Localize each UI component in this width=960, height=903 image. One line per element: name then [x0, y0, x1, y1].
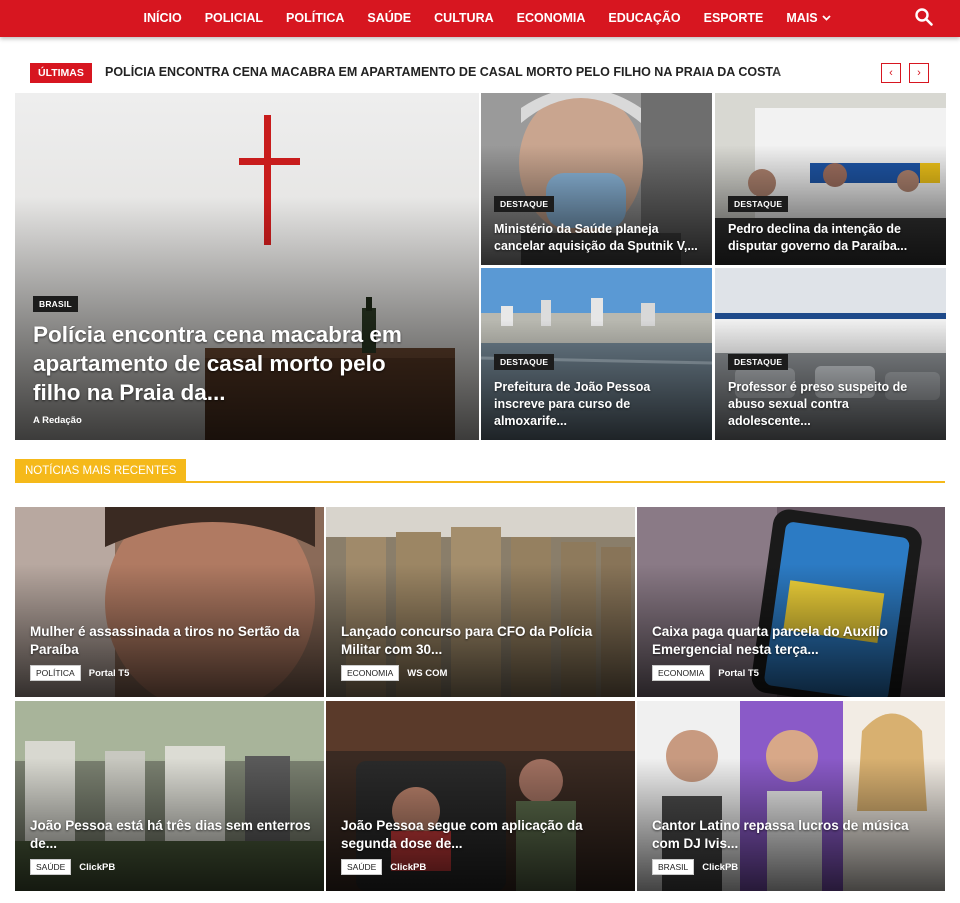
- nav-item-educacao[interactable]: EDUCAÇÃO: [597, 11, 692, 25]
- source-name[interactable]: ClickPB: [702, 862, 738, 873]
- recent-news-section-heading: NOTÍCIAS MAIS RECENTES: [15, 459, 945, 483]
- news-card[interactable]: Lançado concurso para CFO da Polícia Mil…: [326, 507, 635, 697]
- featured-side-info: DESTAQUE Professor é preso suspeito de a…: [728, 352, 933, 430]
- news-card-title[interactable]: Cantor Latino repassa lucros de música c…: [652, 817, 933, 853]
- nav-item-label: POLICIAL: [204, 10, 264, 25]
- source-name[interactable]: ClickPB: [390, 862, 426, 873]
- news-card-info: João Pessoa está há três dias sem enterr…: [30, 817, 312, 875]
- nav-item-label: EDUCAÇÃO: [608, 10, 681, 25]
- featured-main-article[interactable]: BRASIL Polícia encontra cena macabra em …: [15, 93, 479, 440]
- nav-menu: INÍCIO POLICIAL POLÍTICA SAÚDE CULTURA E…: [132, 0, 842, 35]
- news-card[interactable]: Mulher é assassinada a tiros no Sertão d…: [15, 507, 324, 697]
- category-tag[interactable]: POLÍTICA: [30, 665, 81, 681]
- news-card-title[interactable]: João Pessoa segue com aplicação da segun…: [341, 817, 623, 853]
- nav-item-inicio[interactable]: INÍCIO: [132, 11, 193, 25]
- featured-side-info: DESTAQUE Prefeitura de João Pessoa inscr…: [494, 352, 699, 430]
- featured-side-title[interactable]: Prefeitura de João Pessoa inscreve para …: [494, 379, 699, 430]
- news-card-info: Caixa paga quarta parcela do Auxílio Eme…: [652, 623, 933, 681]
- nav-item-label: SAÚDE: [367, 10, 412, 25]
- nav-item-politica[interactable]: POLÍTICA: [275, 11, 356, 25]
- news-card-info: Cantor Latino repassa lucros de música c…: [652, 817, 933, 875]
- nav-item-label: ECONOMIA: [516, 10, 586, 25]
- ticker-fade: [770, 62, 830, 84]
- source-name[interactable]: Portal T5: [89, 668, 130, 679]
- category-tag[interactable]: ECONOMIA: [341, 665, 400, 681]
- nav-item-label: CULTURA: [434, 10, 494, 25]
- top-navigation: INÍCIO POLICIAL POLÍTICA SAÚDE CULTURA E…: [0, 0, 960, 37]
- nav-item-label: INÍCIO: [143, 10, 182, 25]
- featured-side-article[interactable]: DESTAQUE Professor é preso suspeito de a…: [715, 268, 946, 440]
- nav-item-label: POLÍTICA: [286, 10, 345, 25]
- author-name[interactable]: A Redação: [33, 415, 433, 426]
- breaking-news-ticker: ÚLTIMAS POLÍCIA ENCONTRA CENA MACABRA EM…: [30, 62, 930, 84]
- news-card-info: Lançado concurso para CFO da Polícia Mil…: [341, 623, 623, 681]
- chevron-left-icon[interactable]: ‹: [881, 63, 901, 83]
- category-tag[interactable]: SAÚDE: [341, 859, 383, 875]
- featured-side-title[interactable]: Professor é preso suspeito de abuso sexu…: [728, 379, 933, 430]
- category-tag[interactable]: BRASIL: [652, 859, 695, 875]
- category-tag[interactable]: DESTAQUE: [728, 196, 789, 212]
- chevron-down-icon: [821, 14, 831, 21]
- news-card-title[interactable]: Lançado concurso para CFO da Polícia Mil…: [341, 623, 623, 659]
- news-card-meta: POLÍTICA Portal T5: [30, 665, 312, 681]
- category-tag[interactable]: SAÚDE: [30, 859, 72, 875]
- news-card-title[interactable]: Mulher é assassinada a tiros no Sertão d…: [30, 623, 312, 659]
- category-tag[interactable]: DESTAQUE: [728, 354, 789, 370]
- nav-item-policial[interactable]: POLICIAL: [193, 11, 274, 25]
- news-card-meta: SAÚDE ClickPB: [341, 859, 623, 875]
- news-card-meta: SAÚDE ClickPB: [30, 859, 312, 875]
- featured-side-info: DESTAQUE Ministério da Saúde planeja can…: [494, 194, 699, 255]
- nav-item-label: ESPORTE: [703, 10, 764, 25]
- section-title: NOTÍCIAS MAIS RECENTES: [15, 459, 187, 483]
- featured-main-title[interactable]: Polícia encontra cena macabra em apartam…: [33, 320, 433, 407]
- featured-side-title[interactable]: Ministério da Saúde planeja cancelar aqu…: [494, 221, 699, 255]
- source-name[interactable]: Portal T5: [718, 668, 759, 679]
- news-card-meta: BRASIL ClickPB: [652, 859, 933, 875]
- news-card[interactable]: João Pessoa está há três dias sem enterr…: [15, 701, 324, 891]
- nav-item-cultura[interactable]: CULTURA: [423, 11, 505, 25]
- nav-item-esporte[interactable]: ESPORTE: [692, 11, 775, 25]
- featured-side-info: DESTAQUE Pedro declina da intenção de di…: [728, 194, 933, 255]
- featured-side-article[interactable]: DESTAQUE Pedro declina da intenção de di…: [715, 93, 946, 265]
- ticker-badge: ÚLTIMAS: [30, 63, 92, 83]
- category-tag[interactable]: ECONOMIA: [652, 665, 711, 681]
- category-tag[interactable]: BRASIL: [33, 296, 78, 312]
- chevron-right-icon[interactable]: ›: [909, 63, 929, 83]
- news-card[interactable]: Cantor Latino repassa lucros de música c…: [637, 701, 945, 891]
- featured-side-article[interactable]: DESTAQUE Ministério da Saúde planeja can…: [481, 93, 712, 265]
- ticker-headline-link[interactable]: POLÍCIA ENCONTRA CENA MACABRA EM APARTAM…: [105, 65, 795, 79]
- news-card-title[interactable]: João Pessoa está há três dias sem enterr…: [30, 817, 312, 853]
- news-card[interactable]: Caixa paga quarta parcela do Auxílio Eme…: [637, 507, 945, 697]
- featured-main-info: BRASIL Polícia encontra cena macabra em …: [33, 294, 433, 426]
- nav-item-economia[interactable]: ECONOMIA: [505, 11, 597, 25]
- news-card-title[interactable]: Caixa paga quarta parcela do Auxílio Eme…: [652, 623, 933, 659]
- category-tag[interactable]: DESTAQUE: [494, 196, 555, 212]
- source-name[interactable]: ClickPB: [79, 862, 115, 873]
- news-card-meta: ECONOMIA Portal T5: [652, 665, 933, 681]
- source-name[interactable]: WS COM: [407, 668, 447, 679]
- search-icon[interactable]: [914, 7, 934, 27]
- news-card-meta: ECONOMIA WS COM: [341, 665, 623, 681]
- nav-item-mais[interactable]: MAIS: [775, 11, 842, 25]
- category-tag[interactable]: DESTAQUE: [494, 354, 555, 370]
- nav-item-saude[interactable]: SAÚDE: [356, 11, 423, 25]
- featured-side-title[interactable]: Pedro declina da intenção de disputar go…: [728, 221, 933, 255]
- featured-side-article[interactable]: DESTAQUE Prefeitura de João Pessoa inscr…: [481, 268, 712, 440]
- nav-item-label: MAIS: [786, 10, 818, 25]
- news-card-info: Mulher é assassinada a tiros no Sertão d…: [30, 623, 312, 681]
- news-card-info: João Pessoa segue com aplicação da segun…: [341, 817, 623, 875]
- news-card[interactable]: João Pessoa segue com aplicação da segun…: [326, 701, 635, 891]
